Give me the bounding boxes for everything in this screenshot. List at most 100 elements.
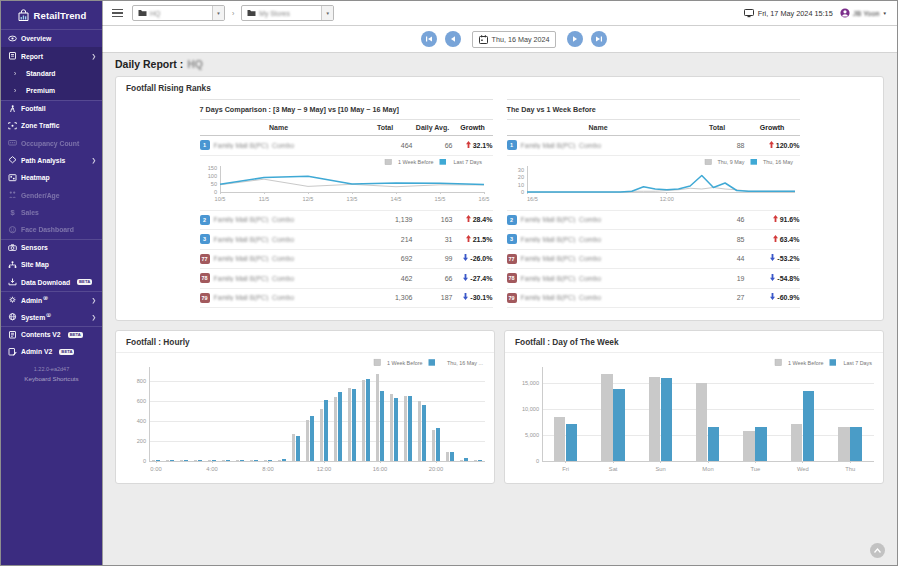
sitemap-icon <box>7 261 17 269</box>
sidebar-item-report[interactable]: Report❯ <box>1 47 102 64</box>
svg-text:Tue: Tue <box>751 466 761 472</box>
submenu-caret-icon: › <box>14 70 22 77</box>
sidebar-item-system[interactable]: SystemⓈ❯ <box>1 308 102 325</box>
name-cell: 79Family Mall B(PC)_Combo <box>507 293 690 303</box>
total-cell: 88 <box>690 142 745 149</box>
sidebar-item-sales[interactable]: $Sales <box>1 204 102 221</box>
contents-icon <box>7 331 17 339</box>
org-select[interactable]: HQ ▼ <box>132 5 225 21</box>
sidebar-item-label: SystemⓈ <box>21 313 51 321</box>
sidebar-item-standard[interactable]: ›Standard <box>1 65 102 82</box>
app-logo[interactable]: RetailTrend <box>1 1 102 30</box>
sidebar-item-label: AdminⓇ <box>21 296 48 304</box>
table-row[interactable]: 1Family Mall B(PC)_Combo4646632.1% <box>200 136 493 156</box>
svg-text:800: 800 <box>137 378 146 384</box>
table-row[interactable]: 2Family Mall B(PC)_Combo1,13916328.4% <box>200 211 493 231</box>
weekday-panel-title: Footfall : Day of The Week <box>505 331 883 353</box>
rank1-trend-chart: 05010015010/511/512/513/514/515/516/5Las… <box>200 156 493 211</box>
rising-ranks-panel: Footfall Rising Ranks 7 Days Comparison … <box>115 76 884 321</box>
page-title-store: HQ <box>187 58 203 70</box>
total-cell: 44 <box>690 255 745 262</box>
svg-text:Sat: Sat <box>609 466 618 472</box>
rank-badge: 2 <box>200 215 210 225</box>
last-date-button[interactable] <box>591 31 607 47</box>
svg-text:Thu, 16 May: Thu, 16 May <box>763 159 793 165</box>
table-row[interactable]: 3Family Mall B(PC)_Combo8563.4% <box>507 230 800 250</box>
previous-date-button[interactable] <box>445 31 461 47</box>
sidebar-item-occupancy-count[interactable]: Occupancy Count <box>1 134 102 151</box>
sidebar-item-premium[interactable]: ›Premium <box>1 82 102 99</box>
footfall-icon <box>7 105 17 113</box>
table-row[interactable]: 77Family Mall B(PC)_Combo69299-26.0% <box>200 250 493 270</box>
growth-cell: 21.5% <box>453 235 493 244</box>
daily-avg-cell: 31 <box>413 236 453 243</box>
keyboard-shortcuts-link[interactable]: Keyboard Shortcuts <box>1 375 102 382</box>
folder-icon <box>138 9 147 17</box>
total-cell: 214 <box>358 236 413 243</box>
sidebar-item-zone-traffic[interactable]: Zone Traffic <box>1 117 102 134</box>
svg-text:0: 0 <box>143 458 146 464</box>
app-version: 1.22.0-ea2d47 <box>1 366 102 372</box>
svg-text:100: 100 <box>207 173 216 179</box>
svg-text:14/5: 14/5 <box>390 196 401 202</box>
store-select[interactable]: My Stores ▼ <box>241 5 334 21</box>
sidebar-item-site-map[interactable]: Site Map <box>1 256 102 273</box>
sidebar-item-overview[interactable]: Overview <box>1 30 102 47</box>
table-row[interactable]: 79Family Mall B(PC)_Combo1,306187-30.1% <box>200 289 493 309</box>
sidebar-item-heatmap[interactable]: Heatmap <box>1 169 102 186</box>
column-header: Total <box>690 124 745 131</box>
sidebar-item-contents-v2[interactable]: Contents V2BETA <box>1 326 102 343</box>
table-row[interactable]: 3Family Mall B(PC)_Combo2143121.5% <box>200 230 493 250</box>
occupancy-icon <box>7 139 17 147</box>
daily-avg-cell: 66 <box>413 142 453 149</box>
folder-icon <box>247 9 256 17</box>
sidebar-item-gender-age[interactable]: Gender/Age <box>1 187 102 204</box>
user-menu[interactable]: JB Yoon ▼ <box>840 8 887 18</box>
total-cell: 1,306 <box>358 294 413 301</box>
sidebar-item-data-download[interactable]: Data DownloadBETA <box>1 273 102 290</box>
menu-toggle-icon[interactable] <box>112 9 123 17</box>
table-row[interactable]: 1Family Mall B(PC)_Combo88120.0% <box>507 136 800 156</box>
scroll-to-top-button[interactable] <box>870 543 885 558</box>
table-row[interactable]: 77Family Mall B(PC)_Combo44-53.2% <box>507 250 800 270</box>
date-picker[interactable]: Thu, 16 May 2024 <box>472 31 557 48</box>
rank-badge: 2 <box>507 215 517 225</box>
svg-text:Thu: Thu <box>845 466 855 472</box>
svg-text:Mon: Mon <box>702 466 713 472</box>
sidebar-item-footfall[interactable]: Footfall <box>1 100 102 117</box>
first-date-button[interactable] <box>421 31 437 47</box>
name-cell: 78Family Mall B(PC)_Combo <box>507 273 690 283</box>
next-date-button[interactable] <box>567 31 583 47</box>
beta-badge: BETA <box>77 279 92 285</box>
sidebar-item-label: Occupancy Count <box>21 140 79 147</box>
svg-text:Thu, 9 May: Thu, 9 May <box>717 159 744 165</box>
table-row[interactable]: 79Family Mall B(PC)_Combo27-60.9% <box>507 289 800 309</box>
store-name: Family Mall B(PC)_Combo <box>521 275 601 282</box>
page-title: Daily Report : HQ <box>115 58 884 70</box>
store-name: Family Mall B(PC)_Combo <box>214 216 294 223</box>
svg-text:15,000: 15,000 <box>522 380 539 386</box>
svg-text:20: 20 <box>517 174 523 180</box>
growth-cell: 120.0% <box>745 141 800 150</box>
svg-text:150: 150 <box>207 165 216 171</box>
monitor-icon <box>744 9 754 18</box>
sidebar-item-admin-v2[interactable]: Admin V2BETA <box>1 343 102 360</box>
store-name: Family Mall B(PC)_Combo <box>521 142 601 149</box>
sidebar-item-sensors[interactable]: Sensors <box>1 239 102 256</box>
table-header: NameTotalGrowth <box>507 120 800 136</box>
growth-cell: 32.1% <box>453 141 493 150</box>
table-row[interactable]: 2Family Mall B(PC)_Combo4691.6% <box>507 211 800 231</box>
store-name: Family Mall B(PC)_Combo <box>214 236 294 243</box>
sidebar-item-admin[interactable]: AdminⓇ❯ <box>1 291 102 308</box>
sidebar-item-face-dashboard[interactable]: Face Dashboard <box>1 221 102 238</box>
date-picker-value: Thu, 16 May 2024 <box>492 35 550 44</box>
column-header: Growth <box>745 124 800 131</box>
table-row[interactable]: 78Family Mall B(PC)_Combo46266-27.4% <box>200 269 493 289</box>
svg-text:600: 600 <box>137 398 146 404</box>
store-name: Family Mall B(PC)_Combo <box>214 275 294 282</box>
table-row[interactable]: 78Family Mall B(PC)_Combo19-54.8% <box>507 269 800 289</box>
sidebar-item-path-analysis[interactable]: Path Analysis❯ <box>1 152 102 169</box>
svg-text:0: 0 <box>213 189 216 195</box>
arrow-down-icon <box>770 254 775 263</box>
svg-text:0: 0 <box>520 189 523 195</box>
